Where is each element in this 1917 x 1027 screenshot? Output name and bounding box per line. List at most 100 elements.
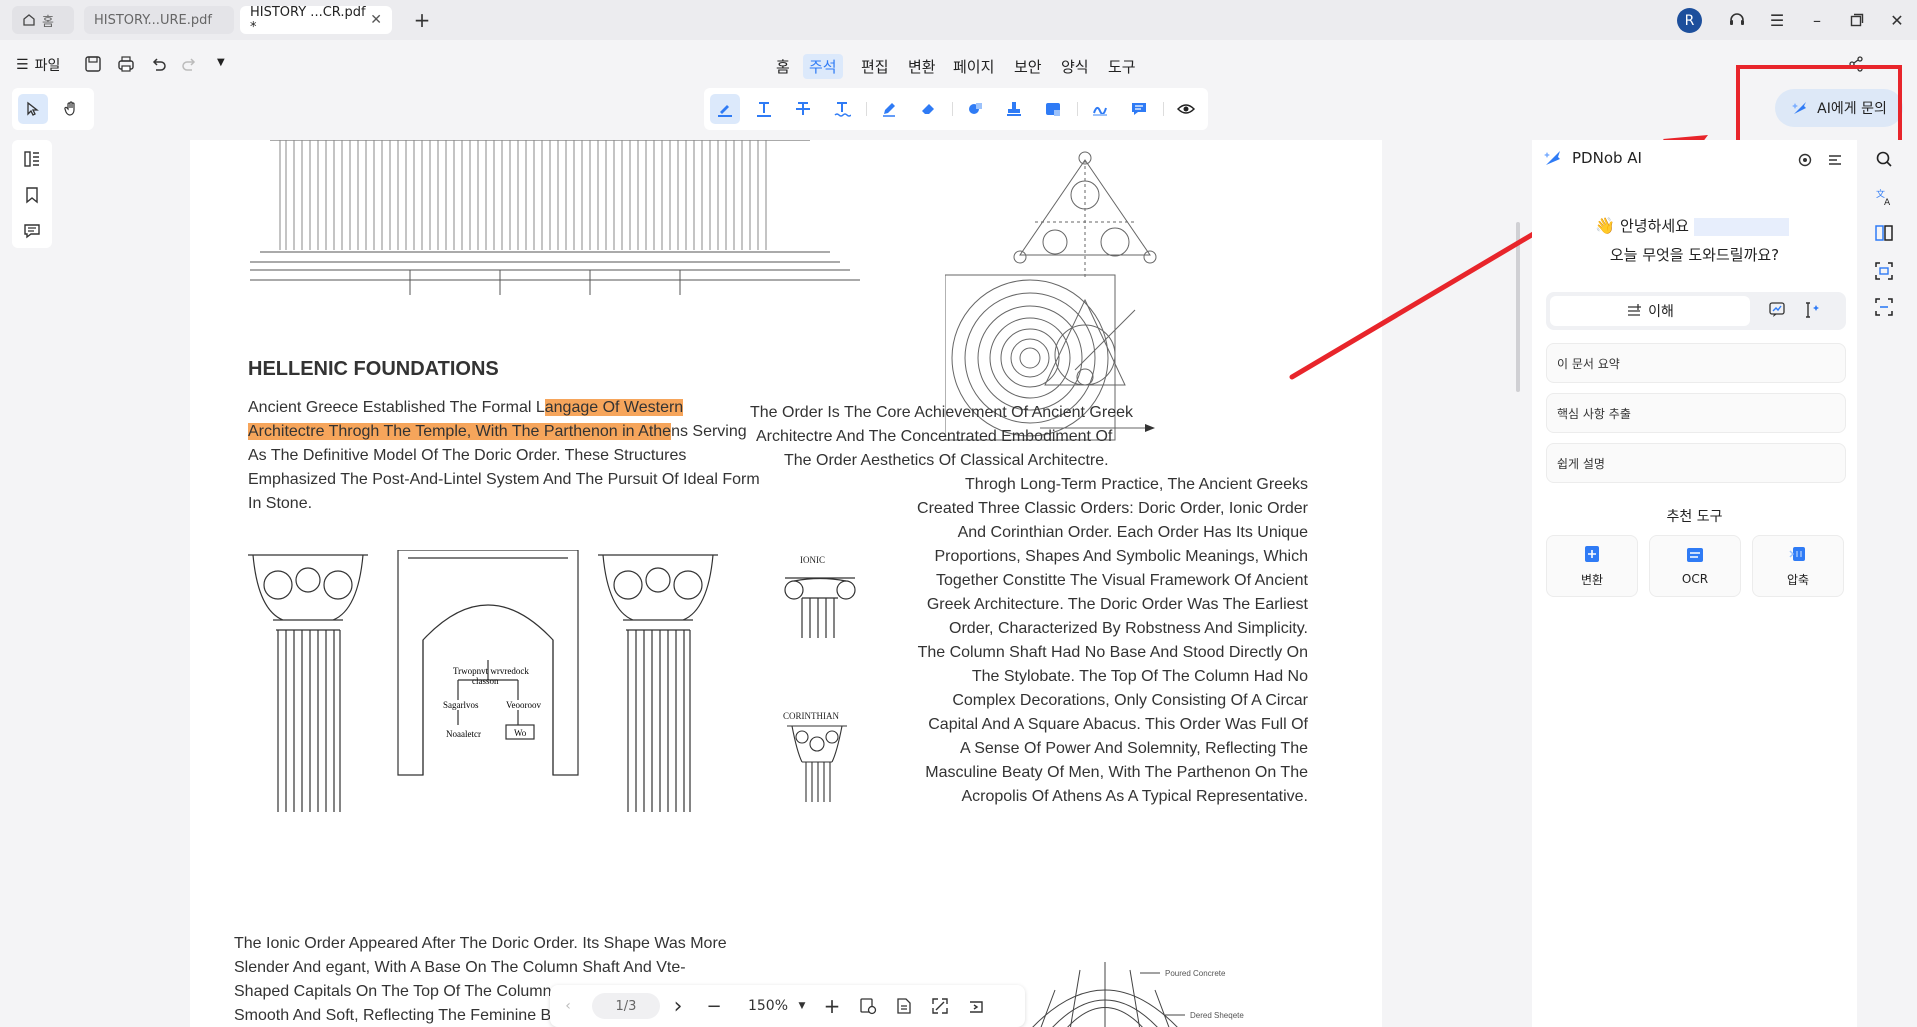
save-icon[interactable] [84,55,102,73]
hand-tool-icon[interactable] [56,94,86,124]
tab-document-1[interactable]: HISTORY...URE.pdf [84,6,234,34]
screenshot-icon[interactable] [1875,298,1893,316]
eye-icon[interactable] [1171,94,1201,124]
zoom-level[interactable]: 150% [740,993,796,1019]
print-icon[interactable] [117,55,135,73]
tab-document-2[interactable]: HISTORY ...CR.pdf * ✕ [240,5,392,35]
ocr-scan-icon[interactable] [1875,262,1893,280]
maximize-icon[interactable] [1845,8,1869,32]
section-heading: HELLENIC FOUNDATIONS [248,358,499,380]
support-icon[interactable] [1725,8,1749,32]
toolbar-divider [866,102,867,116]
text-box-tool-icon[interactable] [1038,94,1068,124]
text-line: The Ionic Order Appeared After The Doric… [234,935,727,952]
compress-tool-card[interactable]: 압축 [1752,535,1844,597]
zoom-in-icon[interactable]: + [820,993,844,1019]
convert-label: 변환 [1580,572,1604,587]
rotate-icon[interactable] [964,993,988,1019]
menu-icon[interactable]: ☰ [1765,8,1789,32]
menu-tools[interactable]: 도구 [1102,54,1142,79]
prompt-explain[interactable]: 쉽게 설명 [1546,443,1846,483]
pdnob-logo-icon [1544,149,1562,167]
chevron-down-icon[interactable]: ▼ [217,57,225,68]
ai-mode-tabs: 이해 [1546,292,1846,330]
zoom-out-icon[interactable]: − [702,993,726,1019]
pencil-tool-icon[interactable] [874,94,904,124]
text-line: Emphasized The Post-And-Lintel System An… [248,471,760,488]
zoom-dropdown-icon[interactable]: ▼ [794,993,810,1019]
text-line: Masculine Bea​ty Of Men, With The Parthe… [925,764,1308,781]
ocr-label: OCR [1681,572,1709,586]
thumbnails-icon[interactable] [23,150,41,168]
tab-home[interactable]: 홈 [12,6,74,34]
text-cursor-ai-icon[interactable] [1804,301,1822,319]
stamp-tool-icon[interactable] [999,94,1029,124]
prev-page-icon[interactable]: ‹ [556,993,580,1019]
new-tab-icon[interactable]: + [410,8,434,32]
menu-annotate[interactable]: 주석 [803,54,843,79]
file-menu[interactable]: ☰ 파일 [16,55,60,75]
redo-icon[interactable] [181,55,199,73]
close-window-icon[interactable]: ✕ [1885,8,1909,32]
highlight-annotation[interactable]: ang​age Of Western [544,399,684,416]
bookmark-icon[interactable] [23,186,41,204]
close-tab-icon[interactable]: ✕ [370,12,382,28]
menu-bar: ☰ 파일 ▼ 홈 주석 편집 변환 페이지 보안 양식 도구 [0,40,1917,90]
pdf-page: HELLENIC FOUNDATIONS Ancient Greece Esta… [190,140,1382,1027]
translate-icon[interactable]: 文A [1875,188,1893,206]
strikethrough-tool-icon[interactable] [788,94,818,124]
order-paragraph: The Order Is The Core Achievement Of Anc… [748,401,1308,809]
search-icon[interactable] [1875,150,1893,168]
minimize-icon[interactable]: – [1805,8,1829,32]
compare-icon[interactable] [1875,224,1893,242]
history-list-icon[interactable] [1827,152,1843,168]
menu-home[interactable]: 홈 [770,54,796,79]
text-line: A Sense Of Power And Solemnity, Reflecti… [959,740,1308,757]
signature-tool-icon[interactable] [1085,94,1115,124]
dome-illustration: Poured Concrete Dered Sheqete [1032,962,1244,1027]
temple-illustration [250,140,860,295]
menu-page[interactable]: 페이지 [947,54,1000,79]
read-mode-icon[interactable] [856,993,880,1019]
comment-tool-icon[interactable] [1124,94,1154,124]
next-page-icon[interactable]: › [666,993,690,1019]
page-layout-icon[interactable] [892,993,916,1019]
text-line: Slender And ​egant, With A Base On The C… [234,959,686,976]
undo-icon[interactable] [149,55,167,73]
tab-understand[interactable]: 이해 [1550,296,1750,326]
comments-panel-icon[interactable] [23,222,41,240]
avatar[interactable]: R [1677,8,1702,33]
ai-question: 오늘 무엇을 도와드릴까요? [1609,246,1780,264]
chart-chat-icon[interactable] [1768,301,1786,319]
select-tool-icon[interactable] [18,94,48,124]
text-line: And Corinthian Order. Each Order Has Its… [957,524,1308,541]
shape-tool-icon[interactable] [960,94,990,124]
menu-form[interactable]: 양식 [1055,54,1095,79]
toolbar-divider [1163,102,1164,116]
menu-convert[interactable]: 변환 [902,54,942,79]
underline-tool-icon[interactable] [749,94,779,124]
text-line: Thro​gh Long-Term Practice, The Ancient … [965,476,1308,493]
highlight-tool-icon[interactable] [710,94,740,124]
ocr-tool-card[interactable]: OCR [1649,535,1741,597]
text-line: In Stone. [248,495,313,512]
ai-greeting: 👋 안녕하세요 [1592,215,1792,236]
highlight-annotation[interactable]: Architect​re Thro​gh The Temple, With Th… [248,423,672,440]
cursor-tools [12,88,94,130]
menu-security[interactable]: 보안 [1008,54,1048,79]
text-line: Capital And A Square Abacus. This Order … [928,716,1308,733]
dome-label: Dered Sheqete [1190,1011,1244,1020]
left-sidebar [12,140,52,248]
menu-edit[interactable]: 편집 [855,54,895,79]
columns-illustration: Trwopnvt wrvredock classon Sagarlvos Veo… [248,550,718,812]
squiggly-tool-icon[interactable] [827,94,857,124]
eraser-tool-icon[interactable] [913,94,943,124]
prompt-summarize[interactable]: 이 문서 요약 [1546,343,1846,383]
text-line: The Stylobate. The Top Of The Column Had… [971,668,1308,685]
fit-page-icon[interactable] [928,993,952,1019]
page-number-field[interactable]: 1/3 [592,993,660,1019]
prompt-key-points[interactable]: 핵심 사항 추출 [1546,393,1846,433]
recommended-tools-title: 추천 도구 [1666,509,1723,525]
convert-tool-card[interactable]: 변환 [1546,535,1638,597]
settings-icon[interactable] [1797,152,1813,168]
